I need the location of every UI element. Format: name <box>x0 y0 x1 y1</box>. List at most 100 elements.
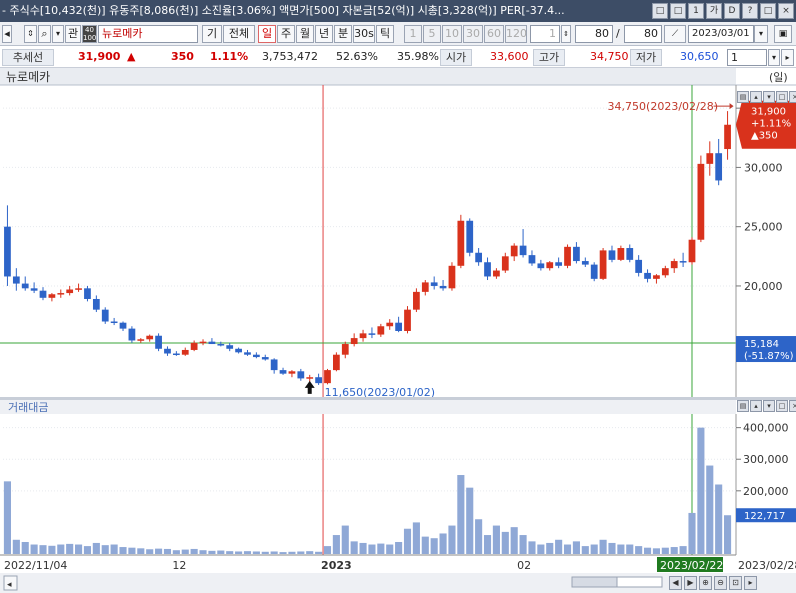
period-button-week[interactable]: 주 <box>277 25 295 43</box>
candle-body <box>110 321 118 324</box>
nav-right-icon[interactable]: ▶ <box>684 576 697 590</box>
pane-list-icon[interactable]: ▤ <box>737 91 749 103</box>
volume-bar <box>110 544 118 554</box>
volume-bar <box>581 546 589 554</box>
volume-bar <box>83 546 92 554</box>
vol-list-icon[interactable]: ▤ <box>737 400 749 412</box>
code-box[interactable]: 40 100 <box>82 25 97 43</box>
spin-input[interactable]: 1 <box>727 49 767 66</box>
volume-bar <box>643 547 652 554</box>
period-button-tick[interactable]: 틱 <box>376 25 394 43</box>
volume-bar <box>30 544 38 554</box>
vol-up-icon[interactable]: ▴ <box>750 400 762 412</box>
minute-option-30[interactable]: 30 <box>463 25 483 43</box>
price-tick-label: 20,000 <box>744 280 783 293</box>
dropdown-icon[interactable]: ▾ <box>52 25 64 43</box>
volume-bar <box>199 550 207 554</box>
candle-body <box>324 370 331 384</box>
volume-bar <box>395 541 403 554</box>
minute-option-1[interactable]: 1 <box>404 25 422 43</box>
ratio-1: 52.63% <box>336 50 378 63</box>
number-icon[interactable]: 1 <box>688 3 704 19</box>
minute-option-120[interactable]: 120 <box>505 25 527 43</box>
vol-down-icon[interactable]: ▾ <box>763 400 775 412</box>
date-dropdown-icon[interactable]: ▾ <box>754 25 768 43</box>
candle-body <box>715 153 723 181</box>
minute-spin-icon[interactable]: ⇕ <box>561 25 571 43</box>
pane-down-icon[interactable]: ▾ <box>763 91 775 103</box>
volume-bar <box>155 548 163 554</box>
period-button-all[interactable]: 전체 <box>223 25 255 43</box>
vol-close-icon[interactable]: × <box>789 400 796 412</box>
candle-body <box>119 322 127 329</box>
count-input-2[interactable]: 80 <box>624 25 662 43</box>
minute-input[interactable]: 1 <box>530 25 560 43</box>
candle-body <box>688 239 696 263</box>
spin-updown-icon[interactable]: ⇕ <box>24 25 37 43</box>
close-icon[interactable]: × <box>778 3 794 19</box>
volume-bar <box>617 544 625 554</box>
layout-icon[interactable]: □ <box>652 3 668 19</box>
stock-name-input[interactable]: 뉴로메카 <box>98 25 198 43</box>
volume-bar <box>217 550 225 554</box>
chart-area[interactable]: 뉴로메카 (일) 35,00030,00025,00020,00031,900+… <box>0 68 796 593</box>
period-button-gi[interactable]: 기 <box>202 25 222 43</box>
volume-bar <box>92 542 100 554</box>
x-label-selected: 2023/02/22 <box>660 559 723 572</box>
chart-type-icon[interactable]: ⟋ <box>664 25 686 43</box>
search-icon[interactable]: ⌕ <box>38 25 51 43</box>
zoom-out-icon[interactable]: ⊖ <box>714 576 727 590</box>
volume-pane-title: 거래대금 <box>8 401 48 414</box>
volume-bar <box>688 512 696 554</box>
font-icon[interactable]: 가 <box>706 3 722 19</box>
fit-icon[interactable]: ⊡ <box>729 576 742 590</box>
reset-icon[interactable]: ▸ <box>744 576 757 590</box>
window-icon[interactable]: □ <box>670 3 686 19</box>
candle-body <box>261 357 269 360</box>
volume-bar <box>66 543 74 554</box>
period-button-month[interactable]: 월 <box>296 25 314 43</box>
scroll-left-icon[interactable]: ◂ <box>2 25 12 43</box>
minute-option-10[interactable]: 10 <box>442 25 462 43</box>
restore-icon[interactable]: □ <box>760 3 776 19</box>
trendline-button[interactable]: 추세선 <box>2 49 54 66</box>
scrollbar-thumb[interactable] <box>571 576 618 588</box>
period-button-day[interactable]: 일 <box>258 25 276 43</box>
date-input[interactable]: 2023/03/01 <box>688 25 754 43</box>
pane-up-icon[interactable]: ▴ <box>750 91 762 103</box>
minute-option-60[interactable]: 60 <box>484 25 504 43</box>
candle-body <box>475 252 483 263</box>
nav-left-icon[interactable]: ◀ <box>669 576 682 590</box>
minute-option-5[interactable]: 5 <box>423 25 441 43</box>
trade-volume: 3,753,472 <box>262 50 318 63</box>
candle-body <box>333 354 340 371</box>
volume-bar <box>163 548 172 554</box>
pane-close-icon[interactable]: × <box>789 91 796 103</box>
volume-pane-tools: ▤ ▴ ▾ □ × <box>737 400 796 412</box>
period-button-30s[interactable]: 30s <box>353 25 375 43</box>
count-input-1[interactable]: 80 <box>575 25 613 43</box>
price-tick-label: 25,000 <box>744 221 783 234</box>
zoom-in-icon[interactable]: ⊕ <box>699 576 712 590</box>
spin-arrow-icon[interactable]: ▸ <box>781 49 794 66</box>
spin-dropdown-icon[interactable]: ▾ <box>768 49 780 66</box>
help-icon[interactable]: ? <box>742 3 758 19</box>
period-button-year[interactable]: 년 <box>315 25 333 43</box>
save-icon[interactable]: ▣ <box>774 25 792 43</box>
x-label-2023: 2023 <box>321 559 352 572</box>
volume-bar <box>181 549 189 554</box>
candle-body <box>635 259 643 273</box>
candle-body <box>439 285 447 289</box>
d-icon[interactable]: D <box>724 3 740 19</box>
candle-body <box>555 262 563 266</box>
high-price: 34,750 <box>590 50 629 63</box>
change-arrow-icon: ▲ <box>127 50 136 63</box>
candle-body <box>288 371 296 374</box>
candle-body <box>644 272 651 279</box>
tab-label[interactable]: 관 <box>65 25 81 43</box>
volume-bar <box>670 547 678 554</box>
vol-max-icon[interactable]: □ <box>776 400 788 412</box>
chart-nav-buttons: ◀ ▶ ⊕ ⊖ ⊡ ▸ <box>669 576 757 590</box>
period-button-minute[interactable]: 분 <box>334 25 352 43</box>
pane-max-icon[interactable]: □ <box>776 91 788 103</box>
